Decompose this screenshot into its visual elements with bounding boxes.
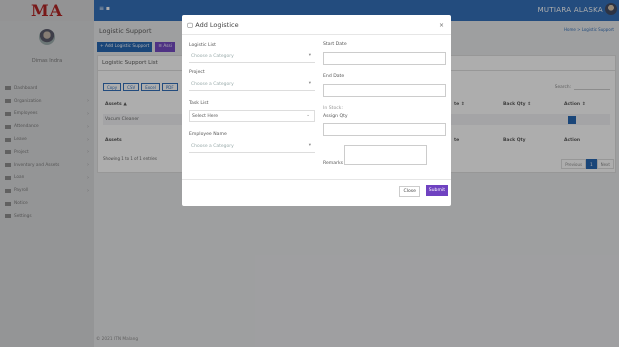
employee-name-label: Employee Name (189, 132, 227, 137)
logistic-list-label: Logistic List (189, 43, 216, 48)
start-date-label: Start Date (323, 42, 347, 47)
end-date-label: End Date (323, 74, 345, 79)
in-stock-label: In Stock: (323, 106, 343, 111)
caret-down-icon: ⌄ (306, 113, 310, 118)
submit-button[interactable]: Submit (425, 185, 448, 196)
task-list-select[interactable]: Select Here ⌄ (189, 110, 315, 122)
end-date-input[interactable] (323, 84, 446, 97)
task-list-label: Task List (189, 101, 209, 106)
project-select[interactable]: Choose a Category ▾ (189, 79, 315, 91)
close-icon[interactable]: × (439, 22, 444, 29)
caret-down-icon: ▾ (308, 81, 311, 86)
remarks-label: Remarks (323, 161, 344, 166)
employee-name-select[interactable]: Choose a Category ▾ (189, 141, 315, 153)
modal-footer-divider (182, 179, 451, 180)
assign-qty-label: Assign Qty (323, 114, 348, 119)
modal-icon: ▢ (187, 21, 194, 29)
remarks-textarea[interactable] (344, 145, 427, 165)
start-date-input[interactable] (323, 52, 446, 65)
add-logistice-modal: ▢ Add Logistice × Logistic List Choose a… (182, 15, 451, 206)
caret-down-icon: ▾ (308, 53, 311, 58)
project-label: Project (189, 70, 205, 75)
logistic-list-select[interactable]: Choose a Category ▾ (189, 51, 315, 63)
modal-header-divider (182, 34, 451, 35)
assign-qty-input[interactable] (323, 123, 446, 136)
close-button[interactable]: Close (399, 186, 420, 197)
modal-title: ▢ Add Logistice (187, 21, 239, 29)
caret-down-icon: ▾ (308, 143, 311, 148)
